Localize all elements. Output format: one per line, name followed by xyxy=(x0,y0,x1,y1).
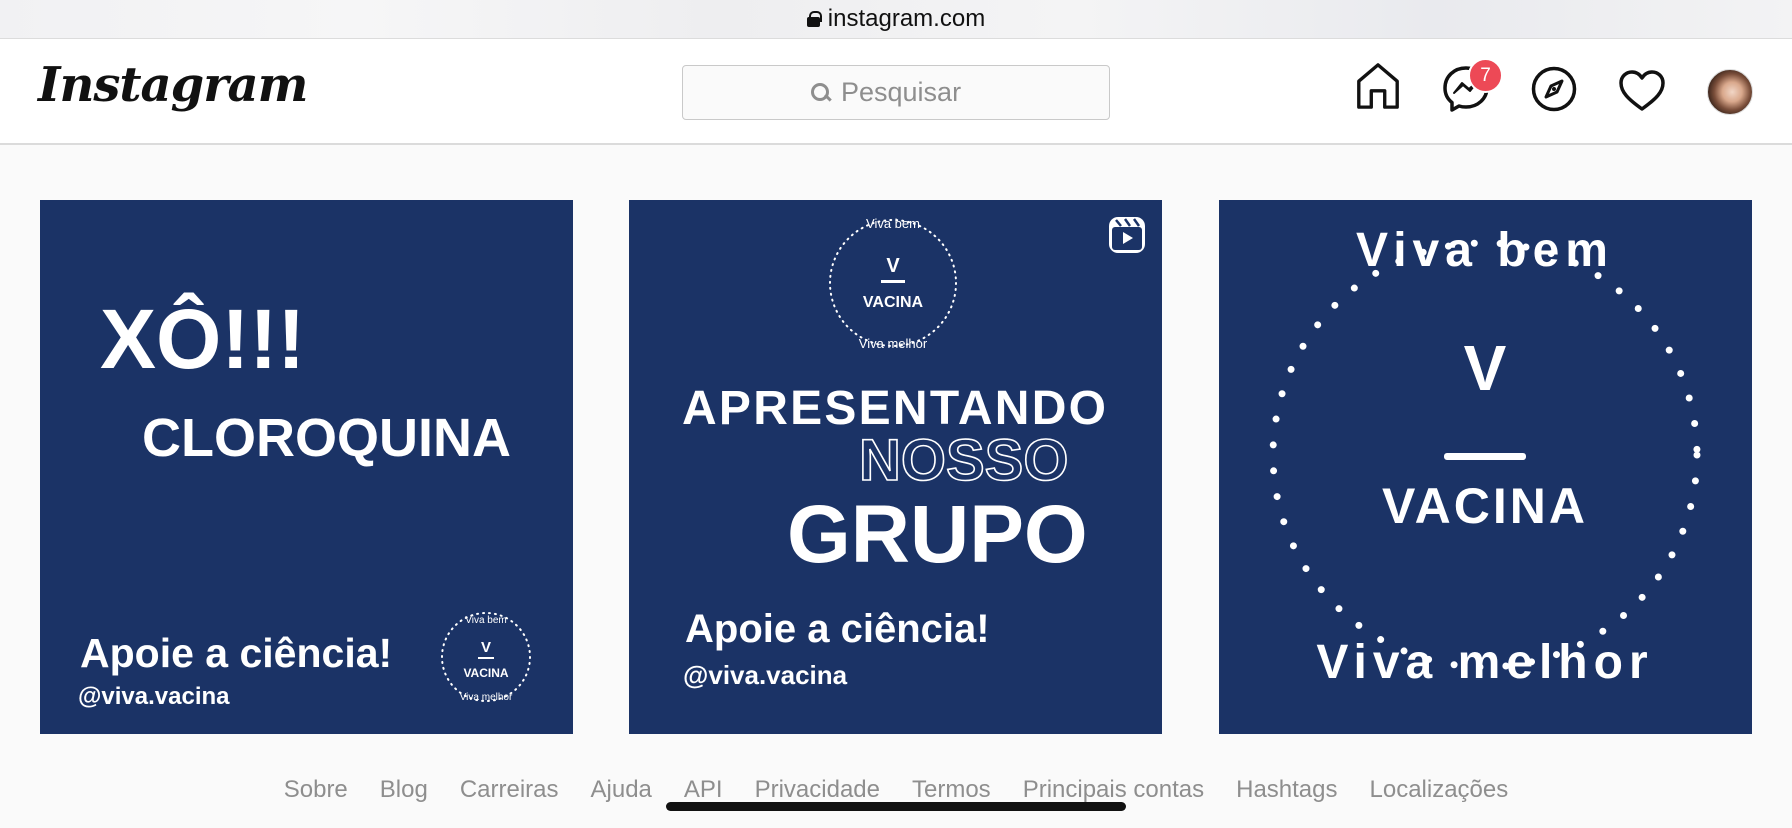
footer-link-blog[interactable]: Blog xyxy=(380,776,428,804)
post-2-seal-bottom: Viva melhor xyxy=(859,336,928,351)
top-nav: Instagram 7 xyxy=(0,39,1792,145)
browser-url-bar[interactable]: instagram.com xyxy=(0,0,1792,39)
footer-link-localizacoes[interactable]: Localizações xyxy=(1370,776,1509,804)
footer-links: Sobre Blog Carreiras Ajuda API Privacida… xyxy=(0,776,1792,804)
post-3-seal-bottom: Viva melhor xyxy=(1316,636,1653,689)
post-1-seal-top: Viva bem xyxy=(465,615,507,626)
post-tile-1[interactable]: XÔ!!! CLOROQUINA Apoie a ciência! @viva.… xyxy=(40,200,573,734)
messages-count-badge: 7 xyxy=(1468,58,1503,93)
post-2-handle: @viva.vacina xyxy=(683,660,848,690)
post-1-tagline: Apoie a ciência! xyxy=(80,630,392,676)
post-1-seal-letter: V xyxy=(481,639,491,656)
post-2-line2: NOSSO xyxy=(859,428,1069,493)
post-3-seal-letter: V xyxy=(1464,332,1507,404)
post-1-seal-divider xyxy=(478,657,494,659)
heart-icon[interactable] xyxy=(1618,67,1666,115)
footer-link-privacidade[interactable]: Privacidade xyxy=(755,776,880,804)
explore-icon[interactable] xyxy=(1530,65,1578,113)
post-2-tagline: Apoie a ciência! xyxy=(685,607,990,651)
post-1-title-line1: XÔ!!! xyxy=(100,292,305,386)
reels-icon xyxy=(1109,217,1145,253)
post-1-handle: @viva.vacina xyxy=(78,683,230,710)
footer-link-ajuda[interactable]: Ajuda xyxy=(591,776,652,804)
post-1-graphic: XÔ!!! CLOROQUINA Apoie a ciência! @viva.… xyxy=(78,292,531,710)
post-3-seal-divider xyxy=(1444,453,1526,460)
post-3-graphic: Viva bem V VACINA Viva melhor xyxy=(1269,224,1701,689)
post-tile-3[interactable]: Viva bem V VACINA Viva melhor xyxy=(1219,200,1752,734)
post-1-title-line2: CLOROQUINA xyxy=(142,408,511,468)
footer-link-principais-contas[interactable]: Principais contas xyxy=(1023,776,1204,804)
post-2-seal-word: VACINA xyxy=(863,294,924,311)
post-tile-2[interactable]: Viva bem V VACINA Viva melhor APRESENTAN… xyxy=(629,200,1162,734)
post-2-line3: GRUPO xyxy=(787,489,1088,580)
post-1-seal-word: VACINA xyxy=(463,666,508,680)
post-3-seal-word: VACINA xyxy=(1382,478,1588,534)
lock-icon xyxy=(806,11,822,27)
instagram-logo[interactable]: Instagram xyxy=(38,57,308,113)
post-2-seal-top: Viva bem xyxy=(866,216,920,231)
profile-avatar[interactable] xyxy=(1707,69,1753,115)
footer-link-api[interactable]: API xyxy=(684,776,723,804)
search-icon xyxy=(811,82,831,103)
footer-link-termos[interactable]: Termos xyxy=(912,776,991,804)
url-display[interactable]: instagram.com xyxy=(806,5,986,33)
footer-link-carreiras[interactable]: Carreiras xyxy=(460,776,559,804)
post-2-seal-divider xyxy=(881,280,905,283)
search-input[interactable] xyxy=(841,77,981,108)
footer-link-sobre[interactable]: Sobre xyxy=(284,776,348,804)
url-text: instagram.com xyxy=(827,5,986,32)
footer-link-hashtags[interactable]: Hashtags xyxy=(1236,776,1337,804)
post-3-seal-top: Viva bem xyxy=(1356,224,1614,277)
search-box[interactable] xyxy=(682,65,1110,120)
post-2-seal-letter: V xyxy=(886,255,900,277)
post-2-graphic: Viva bem V VACINA Viva melhor APRESENTAN… xyxy=(682,216,1106,690)
home-indicator-bar[interactable] xyxy=(666,802,1126,811)
post-1-seal-bottom: Viva melhor xyxy=(460,692,513,703)
home-icon[interactable] xyxy=(1354,62,1402,110)
